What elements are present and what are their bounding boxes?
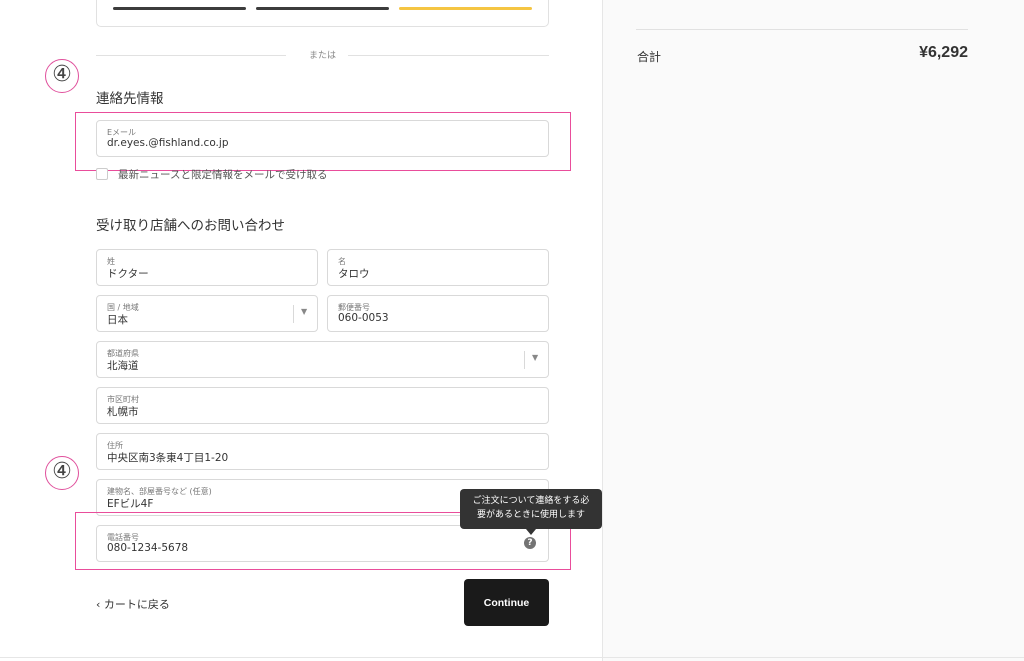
back-to-cart-label: カートに戻る <box>103 598 170 611</box>
express-button-3[interactable] <box>399 7 532 10</box>
phone-value: 080-1234-5678 <box>107 542 189 554</box>
chevron-left-icon: ‹ <box>96 598 101 611</box>
country-select[interactable]: 国 / 地域 日本 ▼ <box>96 295 318 332</box>
email-value: dr.eyes.@fishland.co.jp <box>107 137 229 149</box>
annotation-step-badge: ④ <box>45 59 79 93</box>
help-icon[interactable]: ? <box>524 537 536 549</box>
first-name-field[interactable]: 名 タロウ <box>327 249 549 286</box>
city-field[interactable]: 市区町村 札幌市 <box>96 387 549 424</box>
contact-section-title: 連絡先情報 <box>96 91 164 107</box>
phone-field[interactable]: 電話番号 080-1234-5678 <box>96 525 549 562</box>
tooltip-arrow <box>526 529 536 535</box>
postal-value: 060-0053 <box>338 312 389 324</box>
newsletter-label: 最新ニュースと限定情報をメールで受け取る <box>118 169 328 181</box>
prefecture-select[interactable]: 都道府県 北海道 ▼ <box>96 341 549 378</box>
tooltip-line-2: 要があるときに使用します <box>476 510 585 520</box>
order-summary-panel <box>602 0 1024 661</box>
country-value: 日本 <box>107 314 128 326</box>
city-value: 札幌市 <box>107 406 139 418</box>
back-to-cart-link[interactable]: ‹ カートに戻る <box>96 596 170 612</box>
continue-button[interactable]: Continue <box>464 579 549 626</box>
chevron-down-icon: ▼ <box>301 307 308 316</box>
express-button-1[interactable] <box>113 7 246 10</box>
postal-code-field[interactable]: 郵便番号 060-0053 <box>327 295 549 332</box>
phone-help-tooltip: ご注文について連絡をする必 要があるときに使用します <box>460 489 602 529</box>
tooltip-line-1: ご注文について連絡をする必 <box>472 496 590 506</box>
last-name-field[interactable]: 姓 ドクター <box>96 249 318 286</box>
express-button-2[interactable] <box>256 7 389 10</box>
address-value: 中央区南3条東4丁目1-20 <box>107 452 229 464</box>
select-separator <box>293 305 294 323</box>
annotation-step-badge: ④ <box>45 456 79 490</box>
newsletter-checkbox[interactable] <box>96 168 108 180</box>
prefecture-value: 北海道 <box>107 360 139 372</box>
last-name-value: ドクター <box>107 268 149 280</box>
building-value: EFビル4F <box>107 498 154 510</box>
or-divider: または <box>96 48 549 62</box>
summary-divider <box>636 29 968 30</box>
email-field[interactable]: Eメール dr.eyes.@fishland.co.jp <box>96 120 549 157</box>
chevron-down-icon: ▼ <box>532 353 539 362</box>
select-separator <box>524 351 525 369</box>
or-line-right <box>348 55 549 56</box>
express-checkout-box <box>96 0 549 27</box>
total-value: ¥6,292 <box>919 44 968 61</box>
address-field[interactable]: 住所 中央区南3条東4丁目1-20 <box>96 433 549 470</box>
page-bottom-border <box>0 657 1024 658</box>
pickup-section-title: 受け取り店舗へのお問い合わせ <box>96 218 285 234</box>
first-name-value: タロウ <box>338 268 370 280</box>
total-label: 合計 <box>637 50 662 64</box>
